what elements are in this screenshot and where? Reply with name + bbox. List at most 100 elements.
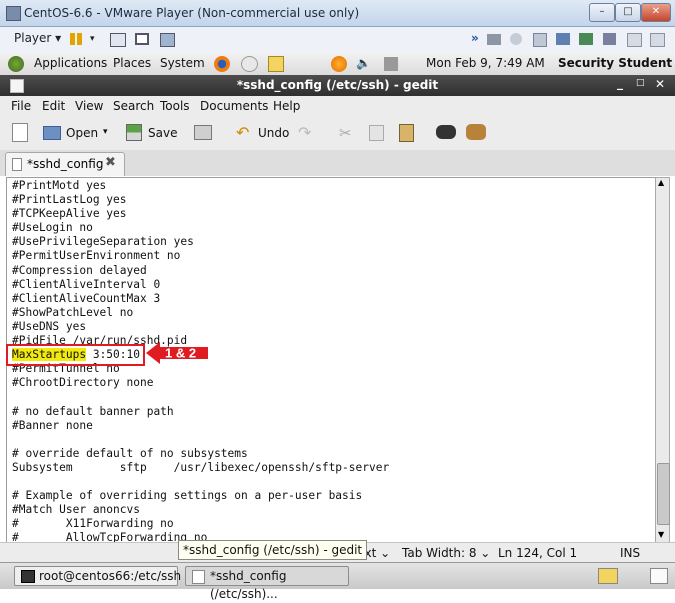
editor-line[interactable]: Subsystem sftp /usr/libexec/openssh/sftp… (12, 461, 389, 475)
taskbar-tooltip: *sshd_config (/etc/ssh) - gedit (178, 540, 368, 560)
editor-line[interactable]: #TCPKeepAlive yes (12, 207, 389, 221)
vmware-window-title: CentOS-6.6 - VMware Player (Non-commerci… (24, 6, 360, 20)
chevron-down-icon[interactable]: ▾ (90, 34, 95, 44)
terminal-icon (21, 570, 35, 583)
workspace-switcher-icon[interactable] (598, 568, 618, 584)
tab-width-label: Tab Width: 8 (402, 546, 477, 560)
device-usb-icon[interactable] (579, 33, 593, 45)
print-icon[interactable] (194, 125, 212, 140)
document-icon (12, 158, 22, 171)
annotation-highlight-box (6, 344, 145, 366)
firefox-icon[interactable] (214, 56, 230, 72)
device-sound-icon[interactable] (603, 33, 616, 45)
update-notification-icon[interactable] (331, 56, 347, 72)
gedit-menu-bar: File Edit View Search Tools Documents He… (0, 96, 675, 116)
undo-button[interactable]: Undo (258, 126, 289, 140)
close-button[interactable]: ✕ (641, 3, 671, 22)
editor-line[interactable]: #Banner none (12, 419, 389, 433)
undo-icon[interactable]: ↶ (236, 123, 249, 142)
editor-line[interactable]: # override default of no subsystems (12, 447, 389, 461)
device-network-icon[interactable] (556, 33, 570, 45)
pause-icon-bar (77, 33, 82, 45)
open-dropdown-icon[interactable]: ▾ (103, 127, 108, 137)
scroll-up-icon[interactable]: ▲ (658, 178, 664, 187)
editor-line[interactable]: # no default banner path (12, 405, 389, 419)
editor-line[interactable]: # X11Forwarding no (12, 517, 389, 531)
save-icon[interactable] (126, 124, 142, 141)
vmware-app-icon (6, 6, 21, 21)
menu-edit[interactable]: Edit (42, 99, 65, 113)
paste-icon[interactable] (399, 124, 414, 142)
editor-line[interactable]: #PrintMotd yes (12, 179, 389, 193)
editor-line[interactable]: #Compression delayed (12, 264, 389, 278)
find-icon[interactable] (436, 125, 456, 139)
editor-line[interactable]: # Example of overriding settings on a pe… (12, 489, 389, 503)
user-menu[interactable]: Security Student (558, 56, 672, 70)
device-cd-icon[interactable] (510, 33, 522, 45)
menu-file[interactable]: File (11, 99, 31, 113)
menu-help[interactable]: Help (273, 99, 300, 113)
scroll-thumb[interactable] (657, 463, 670, 525)
new-document-icon[interactable] (12, 123, 28, 142)
redo-icon: ↷ (298, 123, 312, 142)
editor-line[interactable] (12, 475, 389, 489)
places-menu[interactable]: Places (113, 56, 151, 70)
copy-icon (369, 125, 384, 141)
editor-line[interactable]: #ClientAliveCountMax 3 (12, 292, 389, 306)
menu-view[interactable]: View (75, 99, 103, 113)
network-icon[interactable] (110, 33, 126, 47)
menu-search[interactable]: Search (113, 99, 154, 113)
vertical-scrollbar[interactable]: ▲ ▼ (655, 177, 670, 544)
applications-menu[interactable]: Applications (34, 56, 107, 70)
editor-line[interactable]: #PermitUserEnvironment no (12, 249, 389, 263)
find-replace-icon[interactable] (466, 124, 486, 140)
device-hdd-icon[interactable] (487, 34, 501, 45)
tab-close-icon[interactable]: ✖ (105, 155, 116, 170)
editor-line[interactable]: #ChrootDirectory none (12, 376, 389, 390)
network-status-icon[interactable] (384, 57, 398, 71)
editor-line[interactable]: #UseDNS yes (12, 320, 389, 334)
document-tab-bar: *sshd_config ✖ (0, 150, 675, 176)
unity-icon[interactable] (160, 33, 175, 47)
editor-line[interactable]: #PrintLastLog yes (12, 193, 389, 207)
open-folder-icon[interactable] (43, 126, 61, 140)
mail-icon[interactable] (241, 56, 258, 72)
insert-mode: INS (620, 546, 641, 560)
menu-tools[interactable]: Tools (160, 99, 190, 113)
notes-icon[interactable] (268, 56, 284, 72)
device-display-icon[interactable] (650, 33, 665, 47)
device-printer-icon[interactable] (627, 33, 642, 47)
editor-line[interactable] (12, 433, 389, 447)
player-menu-button[interactable]: Player ▾ (14, 31, 61, 45)
gedit-minimize-button[interactable]: _ (617, 76, 623, 90)
clock[interactable]: Mon Feb 9, 7:49 AM (426, 56, 545, 70)
save-button[interactable]: Save (148, 126, 177, 140)
tab-label: *sshd_config (27, 157, 104, 171)
maximize-button[interactable]: □ (615, 3, 641, 22)
menu-documents[interactable]: Documents (200, 99, 268, 113)
minimize-button[interactable]: – (589, 3, 615, 22)
taskbar-item-terminal[interactable]: root@centos66:/etc/ssh (14, 566, 181, 586)
trash-icon[interactable] (650, 568, 668, 584)
more-chevron-icon[interactable]: » (471, 31, 479, 45)
taskbar-item-gedit[interactable]: *sshd_config (/etc/ssh)... (185, 566, 349, 601)
gedit-toolbar: Open ▾ Save ↶ Undo ↷ ✂ (0, 116, 675, 151)
editor-line[interactable] (12, 390, 389, 404)
editor-line[interactable]: #Match User anoncvs (12, 503, 389, 517)
gedit-maximize-button[interactable]: □ (636, 78, 645, 88)
fullscreen-icon[interactable] (135, 33, 149, 45)
gedit-close-button[interactable]: ✕ (655, 77, 665, 91)
volume-icon[interactable]: 🔈 (356, 56, 371, 70)
editor-line[interactable]: #UseLogin no (12, 221, 389, 235)
open-button[interactable]: Open (66, 126, 98, 140)
editor-line[interactable]: #ClientAliveInterval 0 (12, 278, 389, 292)
gedit-window-title: *sshd_config (/etc/ssh) - gedit (236, 78, 439, 92)
device-floppy-icon[interactable] (533, 33, 547, 47)
system-menu[interactable]: System (160, 56, 205, 70)
editor-line[interactable]: #ShowPatchLevel no (12, 306, 389, 320)
tab-sshd-config[interactable]: *sshd_config ✖ (5, 152, 125, 176)
editor-line[interactable]: #UsePrivilegeSeparation yes (12, 235, 389, 249)
pause-icon[interactable] (70, 33, 75, 45)
tab-width-selector[interactable]: Tab Width: 8 ⌄ (402, 546, 490, 560)
scroll-down-icon[interactable]: ▼ (658, 530, 664, 539)
